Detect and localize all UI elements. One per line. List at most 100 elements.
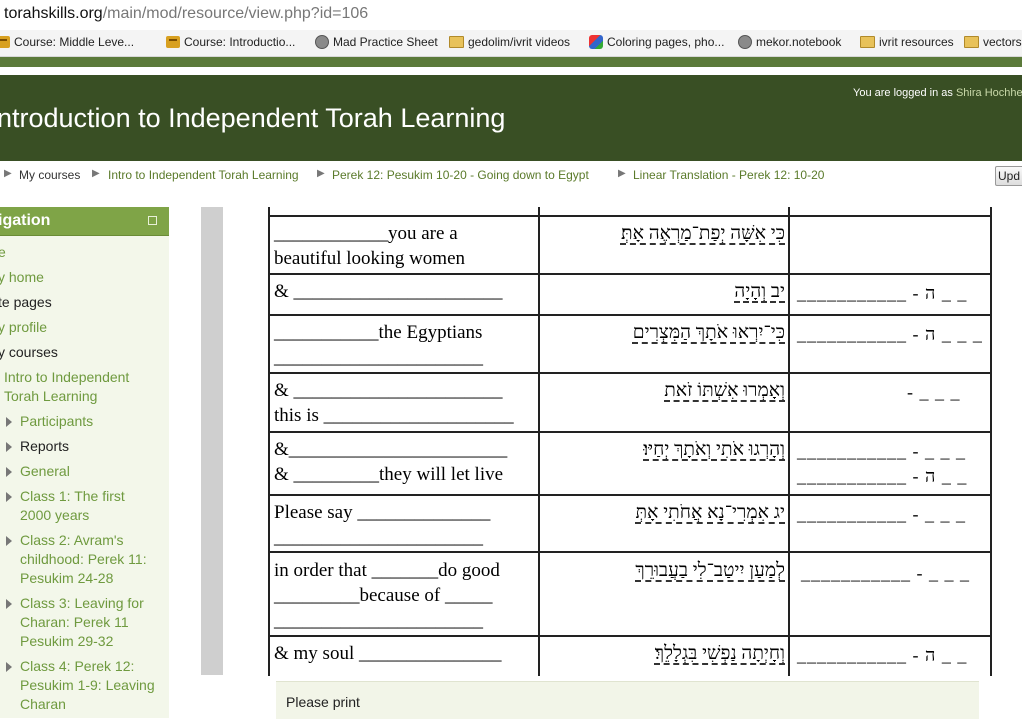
table-border	[268, 314, 992, 316]
expand-arrow-icon[interactable]	[6, 599, 12, 609]
nav-item-class-4-line3[interactable]: Charan	[20, 695, 66, 714]
hebrew-verse: וְחָיְתָה נַפְשִׁי בִּגְלָלֵךְ׃	[654, 643, 785, 664]
hebrew-verse: כִּי־יִרְאוּ אֹתָךְ הַמִּצְרִים	[632, 322, 785, 343]
nav-item-class-2[interactable]: Class 2: Avram's	[20, 531, 124, 550]
address-bar[interactable]: torahskills.org/main/mod/resource/view.p…	[0, 0, 1022, 31]
translation-blank: ___________ - ה _ _ _	[797, 324, 983, 344]
bookmark-item[interactable]: Mad Practice Sheet	[315, 35, 438, 49]
table-border	[538, 207, 540, 676]
nav-item-home[interactable]: e	[0, 243, 6, 262]
english-line: &_______________________	[274, 439, 508, 460]
table-border	[788, 207, 790, 676]
bookmark-item[interactable]: Course: Middle Leve...	[0, 35, 134, 49]
expand-arrow-icon[interactable]	[6, 662, 12, 672]
page-header: ntroduction to Independent Torah Learnin…	[0, 75, 1022, 161]
expand-arrow-icon[interactable]	[6, 536, 12, 546]
english-line: _________because of _____	[274, 585, 493, 606]
table-border	[268, 431, 992, 433]
breadcrumb-my-courses[interactable]: My courses	[19, 168, 80, 182]
expand-arrow-icon[interactable]	[6, 492, 12, 502]
english-line: ___________________	[274, 668, 455, 676]
nav-item-class-3[interactable]: Class 3: Leaving for	[20, 594, 144, 613]
nav-item-class-4[interactable]: Class 4: Perek 12:	[20, 657, 134, 676]
document-scrollbar[interactable]	[201, 207, 223, 675]
bookmark-item[interactable]: Coloring pages, pho...	[589, 35, 724, 49]
navigation-header: igation	[0, 207, 169, 236]
hebrew-verse: וְהָרְגוּ אֹתִי וְאֹתָךְ יְחַיּוּ׃	[643, 439, 785, 460]
expand-arrow-icon[interactable]	[6, 442, 12, 452]
english-line: in order that _______do good	[274, 560, 500, 581]
table-border	[268, 494, 992, 496]
breadcrumb-arrow-icon: ▶	[317, 168, 325, 179]
breadcrumb-course[interactable]: Intro to Independent Torah Learning	[108, 168, 299, 182]
nav-item-reports[interactable]: Reports	[20, 437, 69, 456]
table-border	[990, 207, 992, 676]
nav-item-intro-course[interactable]: Intro to Independent	[4, 368, 129, 387]
nav-item-class-1[interactable]: Class 1: The first	[20, 487, 125, 506]
collapse-icon[interactable]	[148, 216, 157, 225]
bookmark-item[interactable]: mekor.notebook	[738, 35, 841, 49]
breadcrumb-arrow-icon: ▶	[92, 168, 100, 179]
print-note-text: Please print	[286, 694, 360, 710]
hebrew-verse: יג אִמְרִי־נָא אֲחֹתִי אָתְּ	[635, 502, 785, 523]
nav-item-general[interactable]: General	[20, 462, 70, 481]
bookmark-item[interactable]: ivrit resources	[860, 35, 954, 49]
nav-item-site-pages[interactable]: te pages	[0, 293, 52, 312]
nav-item-intro-course-line2[interactable]: Torah Learning	[4, 387, 97, 406]
breadcrumb-arrow-icon: ▶	[4, 168, 12, 179]
table-border	[268, 215, 992, 217]
hebrew-verse: יב וְהָיָה	[734, 281, 785, 302]
translation-blank: ___________ - _ _ _	[801, 563, 970, 583]
expand-arrow-icon[interactable]	[6, 417, 12, 427]
breadcrumb-arrow-icon: ▶	[618, 168, 626, 179]
globe-icon	[738, 35, 752, 49]
course-icon	[0, 36, 10, 48]
page-title: ntroduction to Independent Torah Learnin…	[0, 103, 506, 133]
bookmark-item[interactable]: gedolim/ivrit videos	[449, 35, 570, 49]
translation-blank: ___________ - ה _ _	[797, 283, 968, 303]
table-border	[268, 372, 992, 374]
english-line: & ______________________	[274, 380, 503, 401]
translation-blank: ___________ - _ _ _	[797, 441, 966, 461]
nav-item-class-4-line2[interactable]: Pesukim 1-9: Leaving	[20, 676, 155, 695]
nav-item-class-2-line3[interactable]: Pesukim 24-28	[20, 569, 113, 588]
header-stripe	[0, 57, 1022, 67]
folder-icon	[860, 36, 875, 48]
course-icon	[166, 36, 180, 48]
table-border	[268, 551, 992, 553]
nav-item-participants[interactable]: Participants	[20, 412, 93, 431]
url-text[interactable]: torahskills.org/main/mod/resource/view.p…	[4, 5, 368, 23]
navigation-block: igation e y home te pages y profile y co…	[0, 207, 169, 718]
nav-item-my-courses[interactable]: y courses	[0, 343, 58, 362]
nav-item-class-3-line3[interactable]: Pesukim 29-32	[20, 632, 113, 651]
english-line: & _________they will let live	[274, 464, 504, 485]
bookmarks-bar: Course: Middle Leve... Course: Introduct…	[0, 30, 1022, 57]
bookmark-item[interactable]: vectors	[964, 35, 1022, 49]
coloring-icon	[589, 35, 603, 49]
user-link[interactable]: Shira Hochhe	[956, 87, 1022, 99]
table-border	[268, 207, 270, 676]
english-line: beautiful looking women	[274, 248, 466, 269]
nav-item-class-3-line2[interactable]: Charan: Perek 11	[20, 613, 129, 632]
english-line: ______________________	[274, 527, 483, 548]
nav-item-my-home[interactable]: y home	[0, 268, 44, 287]
nav-item-class-1-line2[interactable]: 2000 years	[20, 506, 89, 525]
header-gap	[0, 67, 1022, 75]
login-info: You are logged in as Shira Hochhe	[853, 87, 1022, 99]
hebrew-verse: לְמַעַן יִיטַב־לִי בַעֲבוּרֵךְ	[635, 560, 785, 581]
english-line: ______________________	[274, 347, 483, 368]
hebrew-verse: כִּי אִשָּׁה יְפַת־מַרְאֶה אָתְּ׃	[620, 223, 785, 244]
translation-blank: - _ _ _	[907, 382, 961, 402]
breadcrumb-section[interactable]: Perek 12: Pesukim 10-20 - Going down to …	[332, 168, 589, 182]
bookmark-item[interactable]: Course: Introductio...	[166, 35, 295, 49]
breadcrumb-resource: Linear Translation - Perek 12: 10-20	[633, 168, 825, 182]
update-button[interactable]: Upd	[995, 166, 1022, 186]
breadcrumb: ▶ My courses ▶ Intro to Independent Tora…	[0, 162, 1022, 190]
expand-arrow-icon[interactable]	[6, 467, 12, 477]
nav-item-class-2-line2[interactable]: childhood: Perek 11:	[20, 550, 147, 569]
nav-item-my-profile[interactable]: y profile	[0, 318, 47, 337]
print-note: Please print	[276, 681, 979, 719]
translation-blank: ___________ - ה _ _	[797, 645, 968, 665]
folder-icon	[964, 36, 979, 48]
worksheet-viewer: ____________you are a beautiful looking …	[223, 207, 1022, 676]
